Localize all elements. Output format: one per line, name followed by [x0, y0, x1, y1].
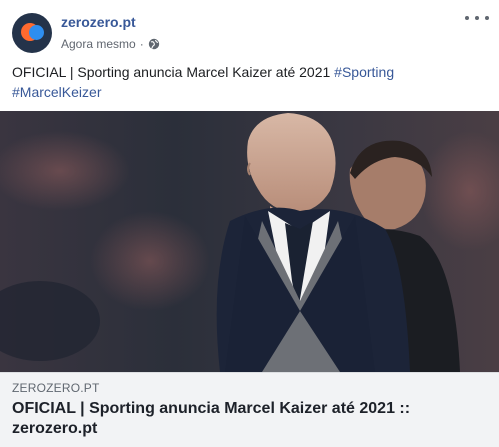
page-name-link[interactable]: zerozero.pt [61, 14, 136, 30]
meta-separator: · [139, 37, 144, 51]
timestamp-link[interactable]: Agora mesmo [61, 37, 136, 51]
post-body-text: OFICIAL | Sporting anuncia Marcel Kaizer… [12, 64, 331, 80]
link-preview[interactable]: ZEROZERO.PT OFICIAL | Sporting anuncia M… [0, 372, 499, 447]
link-domain: ZEROZERO.PT [12, 381, 100, 395]
post-text: OFICIAL | Sporting anuncia Marcel Kaizer… [12, 62, 486, 102]
globe-icon[interactable] [148, 38, 160, 50]
hashtag-marcelkeizer[interactable]: #MarcelKeizer [12, 84, 101, 100]
hashtag-sporting[interactable]: #Sporting [334, 64, 394, 80]
post-meta: Agora mesmo · [61, 37, 160, 51]
more-options-icon[interactable] [465, 11, 489, 25]
link-title[interactable]: OFICIAL | Sporting anuncia Marcel Kaizer… [12, 399, 482, 439]
photo-illustration [0, 111, 499, 372]
page-avatar[interactable] [12, 13, 52, 53]
post-header: zerozero.pt Agora mesmo · [0, 0, 499, 58]
facebook-post: zerozero.pt Agora mesmo · OFICIAL | Spor… [0, 0, 499, 447]
post-photo[interactable] [0, 111, 499, 372]
avatar-logo-blue [29, 25, 44, 40]
